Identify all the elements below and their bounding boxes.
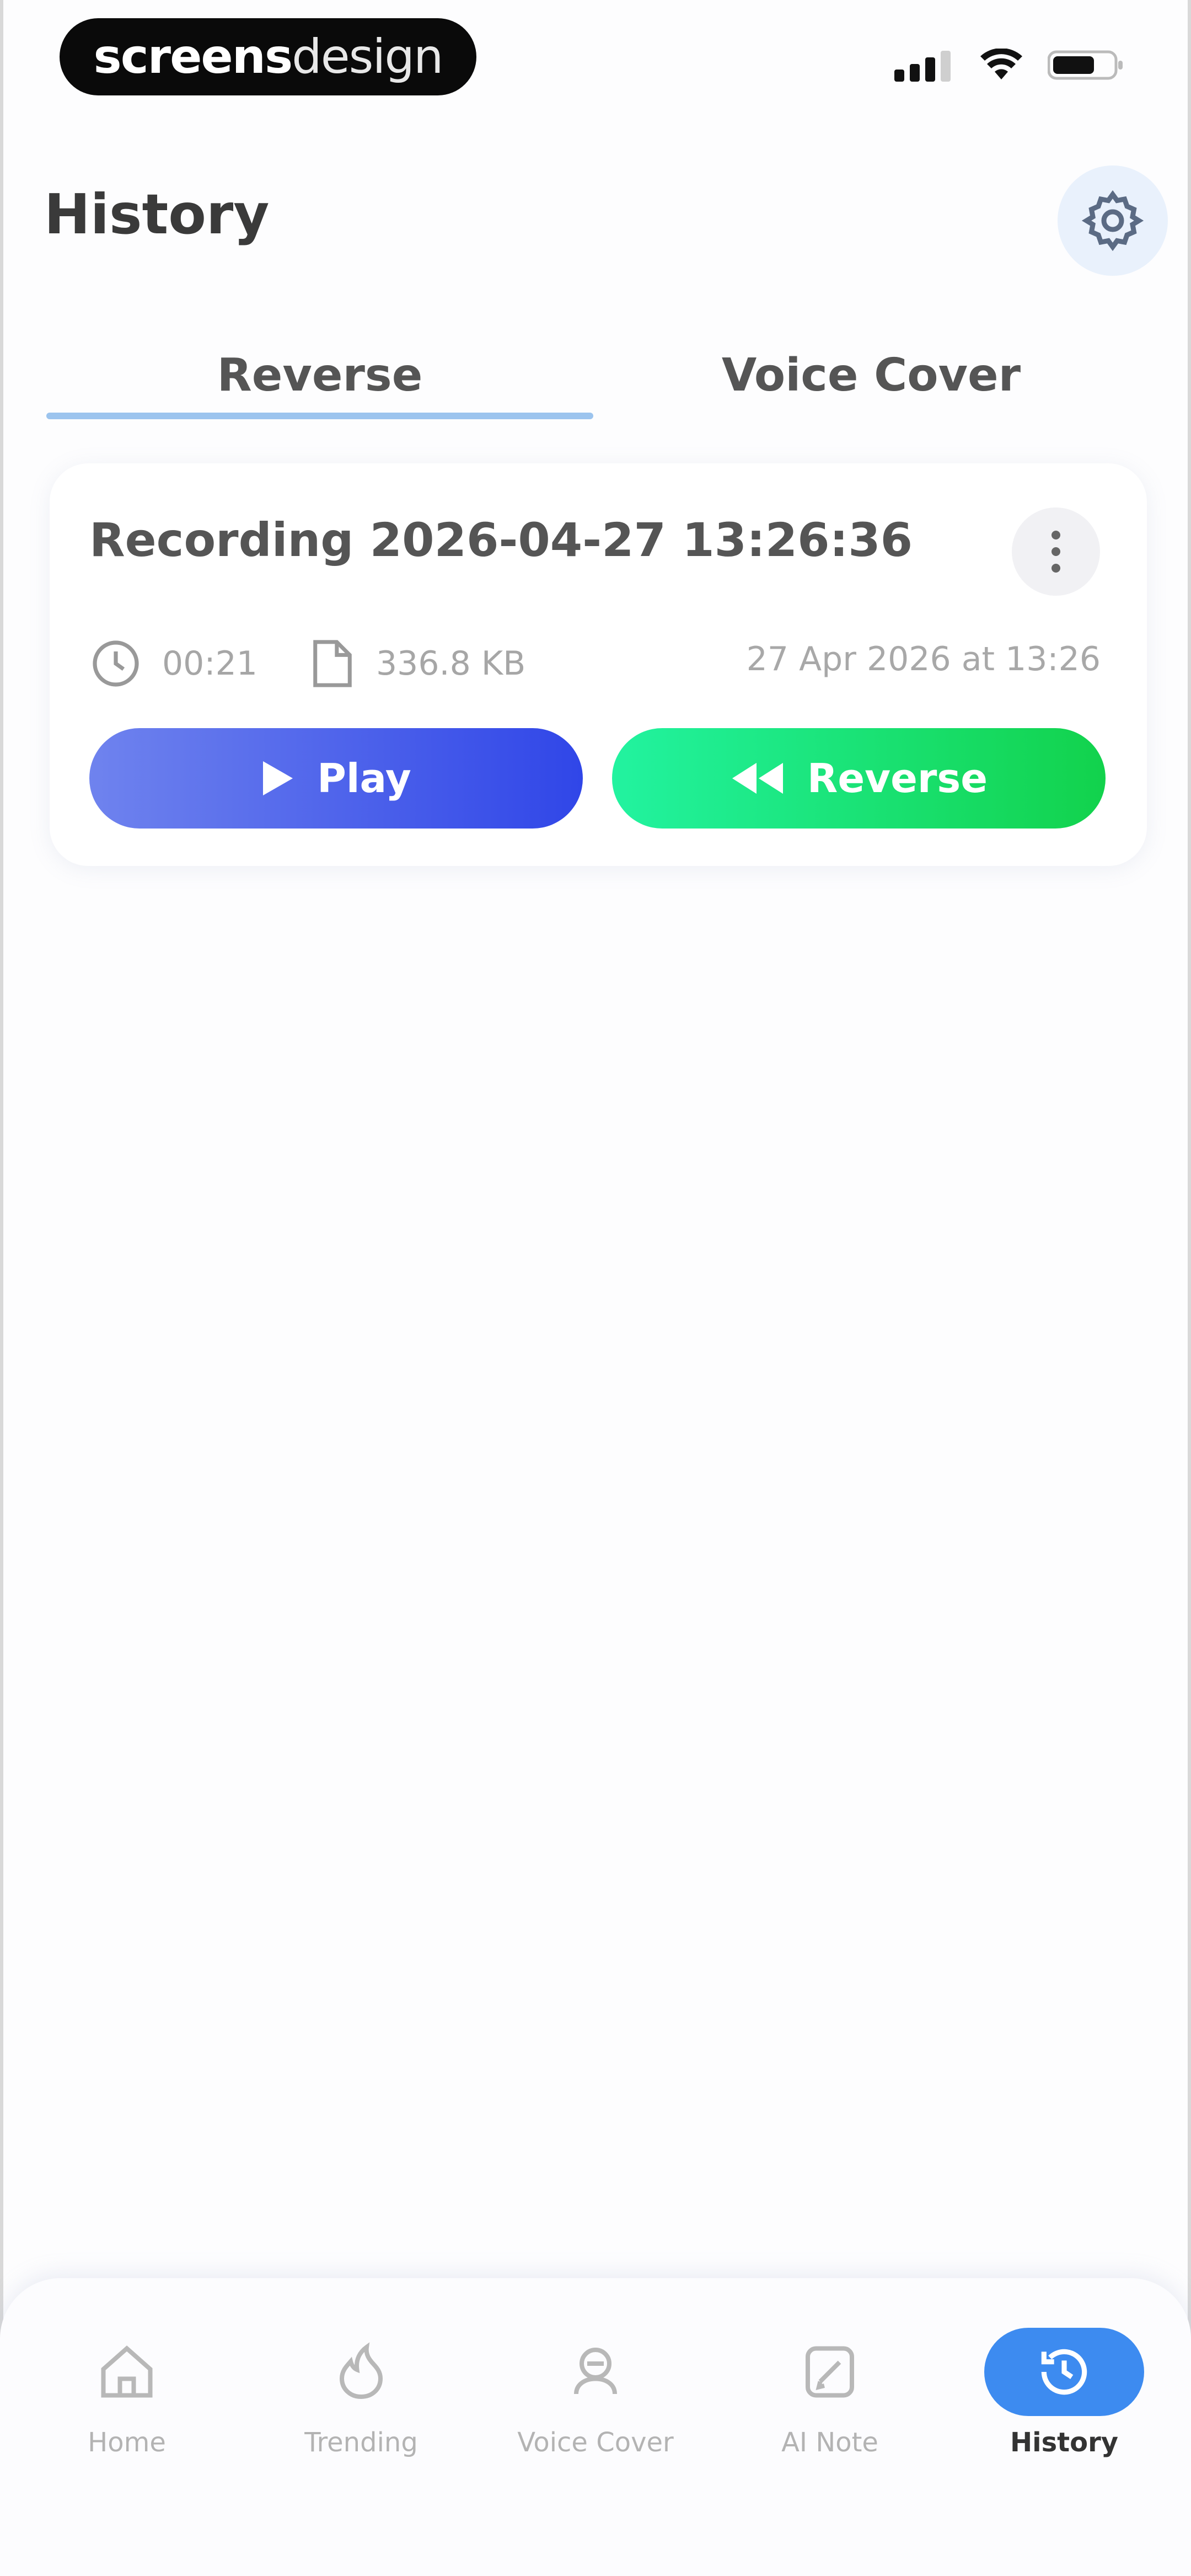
reverse-label: Reverse: [807, 755, 988, 801]
nav-label-voice-cover: Voice Cover: [517, 2427, 674, 2458]
nav-item-ai-note[interactable]: AI Note: [731, 2322, 929, 2458]
duration-text: 00:21: [162, 644, 257, 683]
history-tabs: Reverse Voice Cover: [44, 331, 1147, 419]
settings-button[interactable]: [1058, 165, 1168, 276]
signal-icon: [894, 51, 951, 82]
badge-light-text: design: [292, 29, 443, 84]
rewind-icon: [732, 763, 783, 794]
clock-icon: [93, 640, 139, 687]
home-icon: [101, 2345, 153, 2398]
badge-bold-text: screens: [93, 29, 293, 84]
watermark-badge: screens design: [60, 18, 476, 95]
flame-icon: [339, 2342, 383, 2399]
history-icon: [1041, 2349, 1087, 2395]
nav-label-home: Home: [88, 2427, 166, 2458]
note-icon: [806, 2346, 854, 2398]
mic-icon: [574, 2348, 617, 2395]
nav-item-voice-cover[interactable]: Voice Cover: [496, 2322, 695, 2458]
tab-reverse[interactable]: Reverse: [44, 331, 596, 419]
play-button[interactable]: Play: [89, 728, 583, 829]
play-label: Play: [317, 755, 411, 801]
size-text: 336.8 KB: [376, 644, 526, 683]
nav-label-history: History: [1010, 2427, 1119, 2458]
recording-card: Recording 2026-04-27 13:26:36 00:21 336.…: [50, 463, 1147, 866]
recording-title: Recording 2026-04-27 13:26:36: [89, 513, 913, 567]
size-info: 336.8 KB: [309, 637, 525, 690]
play-icon: [263, 761, 293, 795]
battery-icon: [1048, 50, 1123, 80]
tab-voice-cover[interactable]: Voice Cover: [596, 331, 1147, 419]
status-icons: [894, 49, 1125, 82]
gear-icon: [1081, 190, 1144, 252]
nav-item-home[interactable]: Home: [28, 2322, 226, 2458]
nav-label-ai-note: AI Note: [781, 2427, 878, 2458]
file-icon: [313, 640, 352, 687]
bottom-navigation: Home Trending Voice Cover AI Note Histor…: [0, 2278, 1191, 2576]
wifi-icon: [980, 49, 1022, 79]
page-title: History: [44, 182, 270, 247]
duration-info: 00:21: [89, 637, 257, 690]
nav-item-trending[interactable]: Trending: [262, 2322, 460, 2458]
more-options-button[interactable]: [1012, 507, 1100, 596]
recording-date: 27 Apr 2026 at 13:26: [746, 640, 1101, 678]
nav-item-history[interactable]: History: [965, 2322, 1163, 2458]
more-vertical-icon: [1051, 531, 1060, 573]
nav-label-trending: Trending: [304, 2427, 418, 2458]
active-nav-indicator: [984, 2328, 1144, 2416]
reverse-button[interactable]: Reverse: [612, 728, 1106, 829]
